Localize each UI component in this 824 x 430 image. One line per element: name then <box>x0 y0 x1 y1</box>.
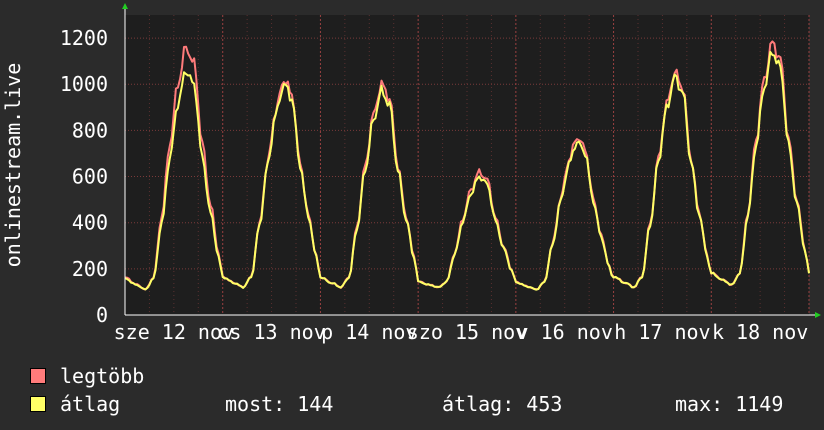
x-tick-label: cs 13 nov <box>217 320 325 344</box>
y-tick-label: 800 <box>72 118 108 142</box>
x-tick-label: szo 15 nov <box>407 320 527 344</box>
y-tick-label: 400 <box>72 211 108 235</box>
legend-item-legtobb: legtöbb <box>30 362 810 390</box>
x-tick-label: h 17 nov <box>614 320 710 344</box>
stat-max: max: 1149 <box>675 392 784 416</box>
x-tick-label: k 18 nov <box>712 320 808 344</box>
legend-swatch-legtobb <box>30 368 46 384</box>
y-tick-label: 1200 <box>60 26 108 50</box>
y-tick-labels: 0 200 400 600 800 1000 1200 <box>60 26 108 327</box>
x-tick-label: p 14 nov <box>321 320 417 344</box>
x-tick-labels: sze 12 novcs 13 novp 14 novszo 15 novv 1… <box>114 320 809 344</box>
y-axis-arrow-icon <box>122 3 128 9</box>
x-tick-label: v 16 nov <box>517 320 613 344</box>
y-tick-label: 0 <box>96 303 108 327</box>
legend: legtöbb átlag most: 144 átlag: 453 max: … <box>30 362 810 418</box>
stat-current: most: 144 <box>225 392 334 416</box>
legend-swatch-atlag <box>30 396 46 412</box>
y-tick-label: 200 <box>72 257 108 281</box>
x-axis-arrow-icon <box>815 312 821 318</box>
legend-label-legtobb: legtöbb <box>60 364 145 388</box>
x-tick-label: sze 12 nov <box>114 320 234 344</box>
legend-label-atlag: átlag <box>60 392 121 416</box>
y-tick-label: 1000 <box>60 72 108 96</box>
y-axis-label: onlinestream.live <box>1 63 25 268</box>
stat-average: átlag: 453 <box>442 392 563 416</box>
legend-item-atlag: átlag most: 144 átlag: 453 max: 1149 <box>30 390 810 418</box>
y-tick-label: 600 <box>72 165 108 189</box>
